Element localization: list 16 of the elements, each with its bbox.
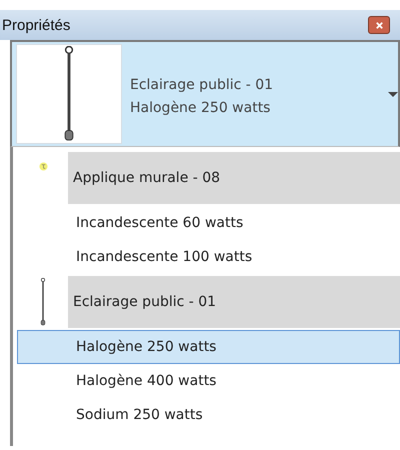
type-item[interactable]: Incandescente 60 watts bbox=[17, 206, 400, 240]
close-icon bbox=[374, 20, 384, 30]
wall-light-icon bbox=[38, 162, 48, 171]
family-name: Applique murale - 08 bbox=[72, 170, 220, 186]
type-item[interactable]: Halogène 400 watts bbox=[17, 364, 400, 398]
type-item[interactable]: Incandescente 100 watts bbox=[17, 240, 400, 274]
dropdown-arrow-icon[interactable] bbox=[388, 92, 398, 96]
family-name: Eclairage public - 01 bbox=[72, 294, 216, 310]
type-item[interactable]: Halogène 250 watts bbox=[17, 330, 400, 364]
close-button[interactable] bbox=[368, 16, 390, 34]
type-item[interactable]: Sodium 250 watts bbox=[17, 398, 400, 432]
street-light-icon bbox=[63, 46, 75, 142]
family-name: Eclairage public - 01 bbox=[130, 76, 274, 95]
type-selector[interactable]: Eclairage public - 01 Halogène 250 watts bbox=[10, 40, 400, 147]
type-name: Halogène 250 watts bbox=[130, 99, 272, 118]
window-title: Propriétés bbox=[2, 16, 70, 34]
